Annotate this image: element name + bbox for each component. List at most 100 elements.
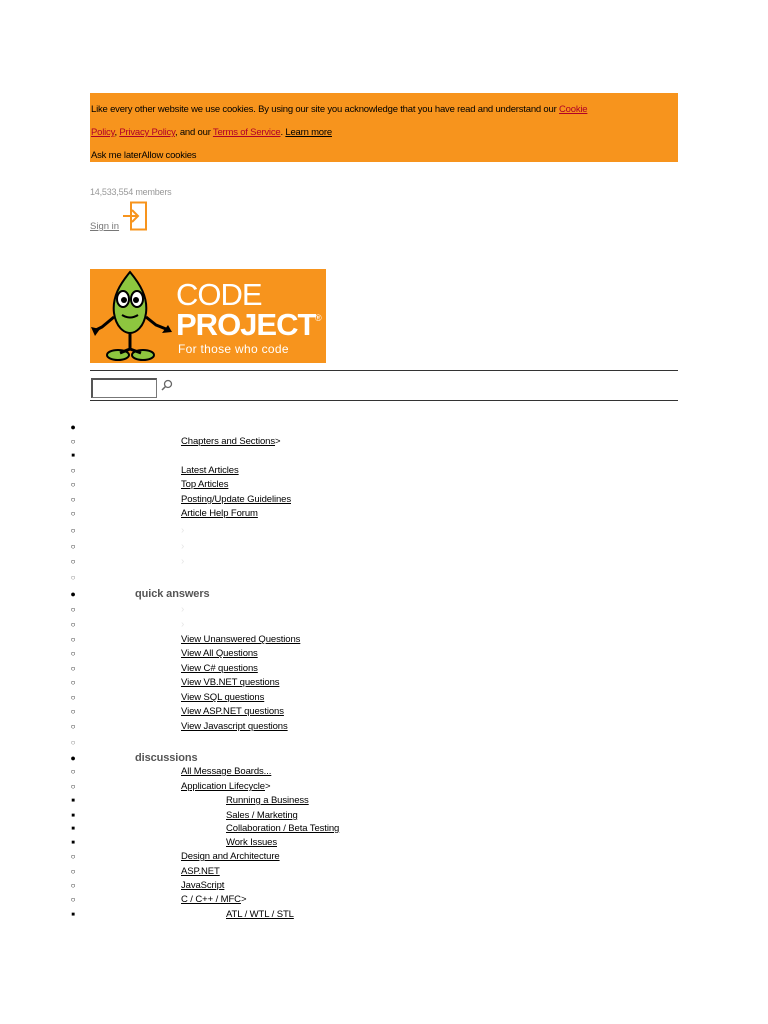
cpp-mfc-link[interactable]: C / C++ / MFC (181, 894, 241, 905)
logo-project-text: PROJECT (176, 307, 316, 342)
sign-in-link[interactable]: Sign in (90, 221, 119, 232)
design-architecture-link[interactable]: Design and Architecture (181, 850, 280, 864)
circle-bullet-icon: ○ (70, 767, 76, 776)
faint-arrow-icon: › (181, 541, 185, 552)
search-input[interactable] (91, 378, 157, 398)
logo-tagline: For those who code (178, 342, 289, 356)
csharp-questions-link[interactable]: View C# questions (181, 662, 258, 676)
circle-bullet-icon: ○ (70, 620, 76, 629)
circle-bullet-icon: ○ (70, 881, 76, 890)
atl-wtl-stl-link[interactable]: ATL / WTL / STL (226, 908, 294, 922)
nav-section-articles: ● (0, 420, 768, 434)
circle-bullet-icon: ○ (70, 782, 76, 791)
learn-more-link[interactable]: Learn more (285, 127, 332, 138)
list-item: ○ › (0, 555, 768, 569)
list-item: ■ Collaboration / Beta Testing (0, 822, 768, 836)
running-business-link[interactable]: Running a Business (226, 794, 309, 808)
list-item: ○ View VB.NET questions (0, 676, 768, 690)
privacy-policy-link[interactable]: Privacy Policy (119, 127, 175, 138)
circle-bullet-icon: ○ (70, 542, 76, 551)
list-item: ○ View C# questions (0, 662, 768, 676)
top-articles-link[interactable]: Top Articles (181, 478, 228, 492)
list-item: ○ › (0, 618, 768, 632)
list-item: ○ Application Lifecycle> (0, 780, 768, 794)
cookie-policy-link-cont[interactable]: Policy (91, 127, 115, 138)
submenu-arrow-icon: > (275, 436, 281, 447)
list-item: ○ ASP.NET (0, 865, 768, 879)
circle-bullet-icon: ○ (70, 895, 76, 904)
aspnet-board-link[interactable]: ASP.NET (181, 865, 220, 879)
search-icon[interactable] (161, 379, 173, 391)
vbnet-questions-link[interactable]: View VB.NET questions (181, 676, 280, 690)
allow-cookies-button[interactable]: Allow cookies (141, 150, 196, 161)
application-lifecycle-link[interactable]: Application Lifecycle (181, 781, 265, 792)
discussions-label[interactable]: discussions (135, 751, 198, 765)
list-item: ○ (0, 571, 768, 585)
all-message-boards-link[interactable]: All Message Boards... (181, 765, 271, 779)
ask-me-later-button[interactable]: Ask me later (91, 150, 142, 161)
disc-bullet-icon: ● (70, 422, 76, 432)
javascript-questions-link[interactable]: View Javascript questions (181, 720, 288, 734)
code-project-logo[interactable]: CODE PROJECT ® For those who code (90, 269, 326, 363)
square-bullet-icon: ■ (71, 453, 75, 459)
circle-bullet-icon: ○ (70, 557, 76, 566)
list-item: ○ › (0, 524, 768, 538)
cookie-sep: , and our (174, 127, 213, 138)
cookie-text-line-2: Policy, Privacy Policy, and our Terms of… (91, 126, 678, 149)
nav-section-discussions: ● discussions (0, 751, 768, 765)
circle-bullet-icon: ○ (70, 466, 76, 475)
square-bullet-icon: ■ (71, 826, 75, 832)
logo-registered-mark: ® (315, 313, 322, 323)
submenu-arrow-icon: > (264, 781, 271, 792)
circle-bullet-icon: ○ (70, 495, 76, 504)
terms-of-service-link[interactable]: Terms of Service (213, 127, 281, 138)
circle-bullet-icon: ○ (70, 664, 76, 673)
disc-bullet-icon: ● (70, 589, 76, 599)
list-item: ○ View Javascript questions (0, 720, 768, 734)
submenu-arrow-icon: > (240, 894, 247, 905)
posting-guidelines-link[interactable]: Posting/Update Guidelines (181, 493, 291, 507)
nav-section-quick-answers: ● quick answers (0, 587, 768, 601)
unanswered-questions-link[interactable]: View Unanswered Questions (181, 633, 300, 647)
article-help-forum-link[interactable]: Article Help Forum (181, 507, 258, 521)
list-item: ○ C / C++ / MFC> (0, 893, 768, 907)
disc-bullet-icon: ● (70, 753, 76, 763)
circle-bullet-icon: ○ (70, 693, 76, 702)
square-bullet-icon: ■ (71, 912, 75, 918)
circle-bullet-icon: ○ (70, 635, 76, 644)
list-item: ■ (0, 449, 768, 463)
circle-bullet-icon: ○ (70, 867, 76, 876)
quick-answers-label[interactable]: quick answers (135, 587, 210, 601)
list-item: ○ Posting/Update Guidelines (0, 493, 768, 507)
square-bullet-icon: ■ (71, 840, 75, 846)
aspnet-questions-link[interactable]: View ASP.NET questions (181, 705, 284, 719)
faint-arrow-icon: › (181, 604, 185, 615)
latest-articles-link[interactable]: Latest Articles (181, 464, 239, 478)
circle-bullet-icon: ○ (70, 605, 76, 614)
list-item: ○ View SQL questions (0, 691, 768, 705)
search-bar-divider-bottom (90, 400, 678, 401)
circle-bullet-icon: ○ (70, 437, 76, 446)
all-questions-link[interactable]: View All Questions (181, 647, 258, 661)
chapters-sections-link[interactable]: Chapters and Sections (181, 436, 275, 447)
circle-bullet-icon: ○ (70, 526, 76, 535)
list-item: ■ ATL / WTL / STL (0, 908, 768, 922)
faint-arrow-icon: › (181, 619, 185, 630)
list-item: ○ Design and Architecture (0, 850, 768, 864)
cookie-text: Like every other website we use cookies.… (91, 104, 560, 115)
circle-bullet-icon: ○ (70, 738, 76, 747)
faint-arrow-icon: › (181, 556, 185, 567)
list-item: ○ (0, 736, 768, 750)
javascript-board-link[interactable]: JavaScript (181, 879, 224, 893)
list-item: ○ › (0, 540, 768, 554)
circle-bullet-icon: ○ (70, 480, 76, 489)
sales-marketing-link[interactable]: Sales / Marketing (226, 809, 298, 823)
square-bullet-icon: ■ (71, 798, 75, 804)
collaboration-beta-link[interactable]: Collaboration / Beta Testing (226, 822, 339, 836)
sign-in-icon[interactable] (122, 201, 148, 231)
circle-bullet-icon: ○ (70, 852, 76, 861)
sql-questions-link[interactable]: View SQL questions (181, 691, 264, 705)
cookie-policy-link[interactable]: Cookie (559, 104, 588, 115)
list-item: ○ › (0, 603, 768, 617)
work-issues-link[interactable]: Work Issues (226, 836, 277, 850)
